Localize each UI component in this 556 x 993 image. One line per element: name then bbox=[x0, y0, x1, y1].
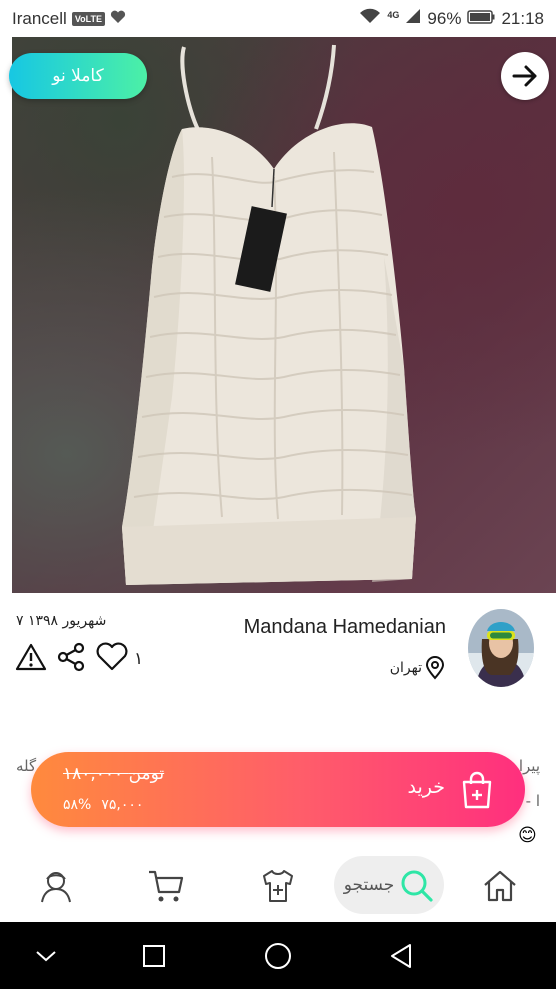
like-button[interactable] bbox=[95, 642, 129, 676]
city-label: تهران bbox=[389, 660, 422, 676]
post-date: ۷ شهریور ۱۳۹۸ bbox=[16, 613, 107, 629]
shopping-bag-icon bbox=[462, 771, 492, 809]
arrow-right-icon bbox=[512, 65, 537, 87]
search-icon bbox=[401, 870, 433, 902]
tab-add-product[interactable] bbox=[242, 850, 314, 922]
home-icon bbox=[484, 870, 516, 902]
status-left: Irancell VoLTE bbox=[12, 9, 126, 29]
heart-icon bbox=[96, 642, 128, 671]
wifi-icon bbox=[359, 8, 381, 29]
new-price: ۷۵,۰۰۰ bbox=[101, 797, 144, 813]
tab-profile[interactable] bbox=[20, 850, 92, 922]
clock: 21:18 bbox=[501, 8, 544, 28]
report-button[interactable] bbox=[15, 643, 47, 675]
buy-label: خرید bbox=[407, 776, 446, 798]
back-button[interactable] bbox=[501, 52, 549, 100]
home-circle-icon[interactable] bbox=[265, 943, 291, 969]
condition-badge: کاملا نو bbox=[9, 53, 147, 99]
bottom-tabbar bbox=[0, 850, 556, 922]
carrier-name: Irancell bbox=[12, 9, 67, 28]
status-bar: Irancell VoLTE 4G 96% 21:18 bbox=[0, 0, 556, 37]
battery-percent: 96% bbox=[427, 8, 462, 28]
cart-icon bbox=[149, 870, 184, 902]
discount-percent: ۵۸% bbox=[63, 797, 92, 813]
add-clothing-icon bbox=[263, 870, 293, 902]
share-icon bbox=[57, 642, 85, 672]
tab-search[interactable]: جستجو bbox=[334, 856, 444, 914]
user-icon bbox=[41, 872, 71, 903]
price-row: ۵۸% ۷۵,۰۰۰ bbox=[63, 797, 143, 813]
location-pin-icon bbox=[425, 656, 445, 680]
volte-badge: VoLTE bbox=[71, 12, 105, 26]
post-actions: ۱ bbox=[15, 642, 143, 676]
recent-apps-icon[interactable] bbox=[143, 945, 165, 967]
description-line1-right: پیرا bbox=[518, 757, 540, 775]
seller-avatar[interactable] bbox=[468, 609, 534, 687]
signal-icon bbox=[405, 8, 421, 29]
seller-name[interactable]: Mandana Hamedanian bbox=[244, 616, 446, 639]
tab-cart[interactable] bbox=[130, 850, 202, 922]
share-button[interactable] bbox=[56, 642, 86, 676]
product-photo[interactable] bbox=[12, 37, 556, 593]
status-right: 4G 96% 21:18 bbox=[359, 8, 544, 29]
search-label: جستجو bbox=[343, 875, 395, 895]
smile-emoji-icon: 😊 bbox=[518, 825, 537, 846]
seller-city: تهران bbox=[390, 656, 446, 680]
buy-bar[interactable]: ۱۸۰,۰۰۰ تومن ۵۸% ۷۵,۰۰۰ خرید bbox=[31, 752, 525, 827]
dress-image bbox=[122, 44, 416, 585]
battery-icon bbox=[467, 9, 495, 29]
tab-home[interactable] bbox=[464, 850, 536, 922]
back-triangle-icon[interactable] bbox=[391, 944, 411, 968]
description-line2: - ا bbox=[525, 792, 540, 810]
collapse-chevron-icon[interactable] bbox=[36, 951, 56, 962]
old-price: ۱۸۰,۰۰۰ تومن bbox=[63, 764, 165, 784]
system-navigation-bar bbox=[0, 922, 556, 989]
description-line1-left: گله bbox=[16, 757, 37, 775]
heart-status-icon bbox=[110, 9, 126, 29]
network-type: 4G bbox=[387, 9, 400, 20]
like-count: ۱ bbox=[134, 649, 144, 669]
warning-icon bbox=[15, 643, 47, 671]
